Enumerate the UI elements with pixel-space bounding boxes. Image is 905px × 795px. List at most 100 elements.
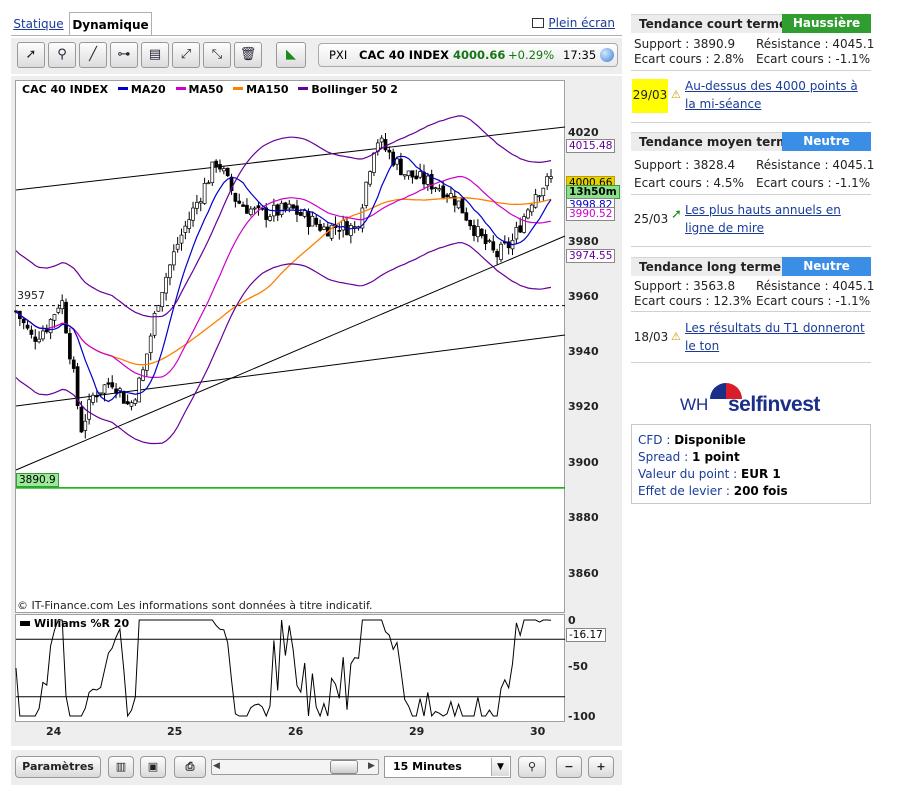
news-link[interactable]: Au-dessus des 4000 points à la mi-séance [685,77,870,113]
williams-chart[interactable] [15,614,565,722]
line-icon[interactable]: ╱ [79,42,107,68]
slider-left-arrow[interactable]: ◀ [213,761,220,771]
export-icon[interactable]: ▥ [108,756,134,778]
tab-dynamic[interactable]: Dynamique [69,12,152,36]
medium-gap-resistance: Ecart cours : -1.1% [756,176,871,190]
parameters-button[interactable]: Paramètres [15,756,101,778]
chart-type-icon[interactable]: ◣ [276,42,306,68]
ticker-code: PXI [329,48,348,62]
print-icon[interactable]: ⎙ [174,756,206,778]
divider [631,70,871,71]
bollinger-lower-tag: 3974.55 [566,249,616,263]
williams-last-tag: -16.17 [566,628,606,642]
trend-long-badge: Neutre [782,257,871,276]
x-tick: 24 [46,725,62,738]
x-tick: 30 [530,725,546,738]
tab-divider [11,35,622,36]
medium-gap-support: Ecart cours : 4.5% [634,176,744,190]
broker-logo-name: selfinvest [728,393,820,416]
arrow-up-icon: ➚ [671,207,682,222]
warning-icon: ⚠ [671,330,681,343]
y-tick: 4020 [568,126,599,139]
news-link[interactable]: Les résultats du T1 donneront le ton [685,319,870,355]
save-icon[interactable]: ▣ [140,756,166,778]
trash-icon[interactable]: 🗑 [234,42,262,68]
cursor-icon[interactable]: ➚ [17,42,45,68]
tab-static[interactable]: Statique [11,12,66,36]
legend-ma20: MA20 [130,83,166,96]
divider [631,311,871,312]
broker-info: CFD : Disponible Spread : 1 point Valeur… [631,424,871,504]
info-row: Valeur du point : EUR 1 [638,467,781,481]
x-tick: 25 [167,725,183,738]
news-link[interactable]: Les plus hauts annuels en ligne de mire [685,201,870,237]
long-resistance: Résistance : 4045.1 [756,279,875,293]
w-tick: -100 [568,710,596,723]
broker-logo-prefix: WH [680,395,709,414]
williams-label: Williams %R 20 [20,617,129,630]
legend-ma150: MA150 [246,83,289,96]
ticker-change: +0.29% [508,48,555,62]
fullscreen-link[interactable]: Plein écran [532,16,615,30]
legend-ma50: MA50 [188,83,224,96]
trend-short-badge: Haussière [782,14,871,33]
trend-medium-badge: Neutre [782,132,871,151]
divider [631,122,871,123]
short-support: Support : 3890.9 [634,37,736,51]
divider [631,194,871,195]
ticker-name: CAC 40 INDEX [359,48,449,62]
zoom-in-icon[interactable]: + [588,756,614,778]
info-row: Spread : 1 point [638,450,740,464]
medium-resistance: Résistance : 4045.1 [756,158,875,172]
y-tick: 3920 [568,400,599,413]
ticker-bar: PXI CAC 40 INDEX 4000.66 +0.29% 17:35 [318,43,618,67]
indicator-icon[interactable]: ▤ [141,42,169,68]
long-support: Support : 3563.8 [634,279,736,293]
fullscreen-icon [532,18,545,28]
long-gap-support: Ecart cours : 12.3% [634,294,752,308]
zoom-icon[interactable]: ⚲ [48,42,76,68]
info-row: CFD : Disponible [638,433,746,447]
horizontal-line-icon[interactable]: ⊶ [110,42,138,68]
w-tick: -50 [568,660,588,673]
warning-icon: ⚠ [671,88,681,101]
timer-tag: 13h50m [566,185,620,199]
globe-icon[interactable] [600,48,614,62]
w-tick: 0 [568,614,576,627]
channel-icon[interactable]: ⤡ [203,42,231,68]
short-gap-support: Ecart cours : 2.8% [634,52,744,66]
ma50-tag: 3990.52 [566,207,616,221]
chevron-down-icon[interactable]: ▼ [491,758,509,776]
x-tick: 26 [288,725,304,738]
zoom-fit-icon[interactable]: ⚲ [518,756,546,778]
legend-instrument: CAC 40 INDEX [22,83,109,96]
trend-short-header: Tendance court terme Haussière [631,14,871,33]
divider [631,246,871,247]
bollinger-upper-tag: 4015.48 [566,139,616,153]
trend-medium-header: Tendance moyen terme Neutre [631,132,871,151]
price-chart[interactable] [15,80,565,613]
legend-bollinger: Bollinger 50 2 [311,83,398,96]
trend-long-header: Tendance long terme Neutre [631,257,871,276]
slider-right-arrow[interactable]: ▶ [368,761,375,771]
y-tick: 3940 [568,345,599,358]
y-tick: 3860 [568,567,599,580]
interval-select[interactable]: 15 Minutes ▼ [384,756,511,778]
zoom-out-icon[interactable]: − [556,756,582,778]
fibonacci-icon[interactable]: ⤢ [172,42,200,68]
long-gap-resistance: Ecart cours : -1.1% [756,294,871,308]
chart-legend: CAC 40 INDEX MA20 MA50 MA150 Bollinger 5… [22,83,398,96]
y-tick: 3880 [568,511,599,524]
dashed-level-label: 3957 [17,289,45,302]
short-resistance: Résistance : 4045.1 [756,37,875,51]
ticker-price: 4000.66 [453,48,506,62]
news-date: 25/03 [633,212,669,226]
y-tick: 3960 [568,290,599,303]
info-row: Effet de levier : 200 fois [638,484,788,498]
slider-thumb[interactable] [330,760,358,774]
short-gap-resistance: Ecart cours : -1.1% [756,52,871,66]
copyright-text: © IT-Finance.com Les informations sont d… [17,599,373,612]
x-tick: 29 [409,725,425,738]
news-date: 29/03 [632,88,668,102]
medium-support: Support : 3828.4 [634,158,736,172]
